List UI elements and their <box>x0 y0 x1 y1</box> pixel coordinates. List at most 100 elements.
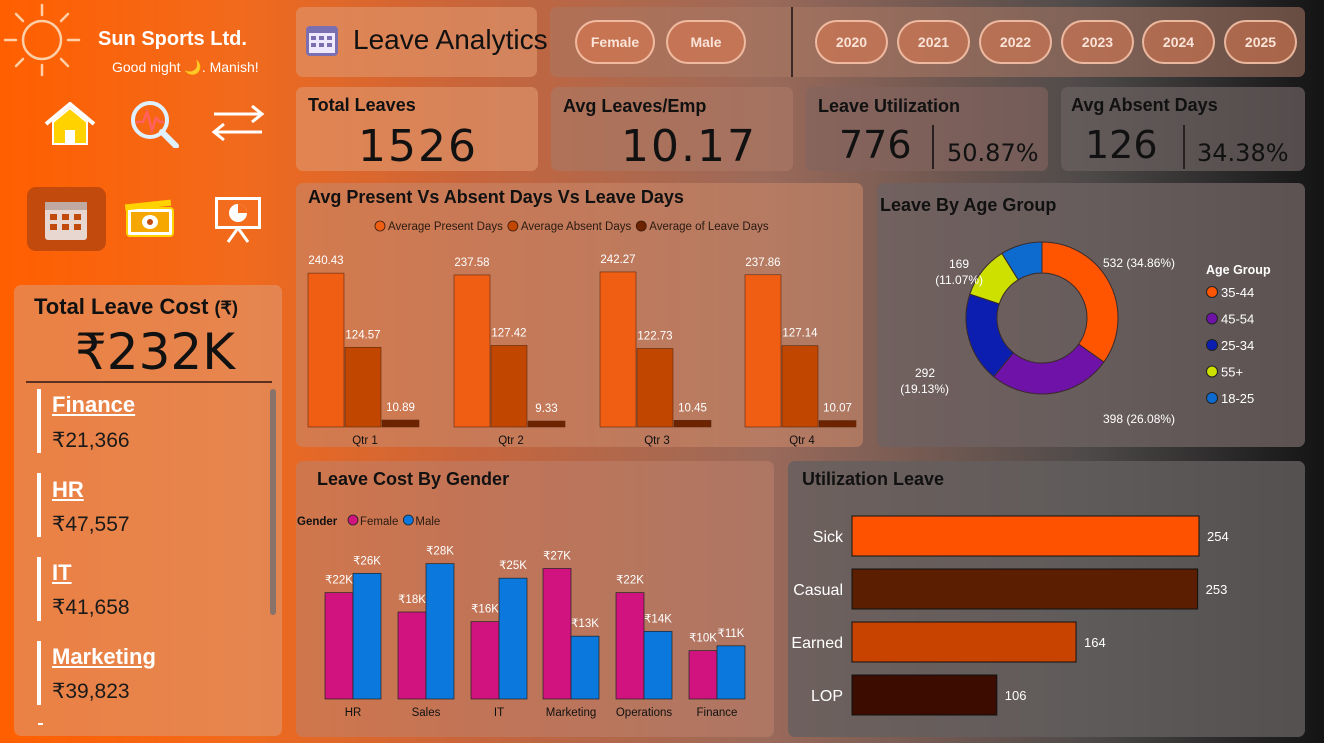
data-label: ₹10K <box>689 633 717 645</box>
money-icon[interactable] <box>121 194 181 244</box>
y-tick-label: Casual <box>793 582 843 599</box>
legend-marker <box>635 220 647 232</box>
leave-cost-panel: Total Leave Cost (₹) ₹232K Finance ₹21,3… <box>14 285 282 736</box>
data-label: ₹14K <box>644 613 672 625</box>
page-title: Leave Analytics <box>353 24 548 55</box>
x-tick-label: Finance <box>697 707 738 719</box>
data-label: ₹22K <box>325 575 353 587</box>
filter-gender-male[interactable]: Male <box>666 20 746 64</box>
data-label: ₹13K <box>571 618 599 630</box>
bar <box>643 630 673 700</box>
slice-label: 398 (26.08%) <box>1103 412 1175 426</box>
brand-name: Sun Sports Ltd. <box>98 28 247 50</box>
bar <box>781 345 819 428</box>
leave-cost-total: ₹232K <box>75 323 236 381</box>
data-label: 240.43 <box>308 255 343 267</box>
legend-label: Average of Leave Days <box>649 221 769 233</box>
leave-cost-divider <box>26 381 272 383</box>
x-tick-label: Sales <box>412 707 441 719</box>
kpi-leave-utilization: Leave Utilization 776 50.87% <box>806 87 1048 171</box>
data-label: 253 <box>1206 582 1228 597</box>
bar <box>542 568 572 700</box>
data-label: 237.86 <box>745 257 780 269</box>
x-tick-label: Qtr 1 <box>352 435 378 447</box>
slice-label: 292 <box>915 366 935 380</box>
bar <box>453 274 491 428</box>
department-name[interactable]: Finance <box>52 392 135 418</box>
filter-year-2023[interactable]: 2023 <box>1061 20 1134 64</box>
attendance-chart-panel: Avg Present Vs Absent Days Vs Leave Days… <box>296 183 863 447</box>
legend-label: 45-54 <box>1221 312 1254 327</box>
data-label: ₹27K <box>543 551 571 563</box>
swap-icon[interactable] <box>208 98 268 148</box>
data-label: 122.73 <box>637 330 672 342</box>
y-tick-label: Sick <box>813 529 844 546</box>
attendance-chart: Average Present Days Average Absent Days A… <box>307 220 857 447</box>
department-cost: ₹47,557 <box>52 513 130 536</box>
kpi-label: Total Leaves <box>308 95 416 115</box>
data-label: 127.14 <box>782 328 818 340</box>
bar <box>527 420 566 428</box>
department-list-scrollbar[interactable] <box>270 389 276 615</box>
bar <box>425 563 455 700</box>
data-label: ₹25K <box>499 560 527 572</box>
kpi-label: Avg Absent Days <box>1071 95 1218 115</box>
home-icon[interactable] <box>40 98 100 148</box>
bar <box>744 274 782 428</box>
x-tick-label: Operations <box>616 707 673 719</box>
legend-marker <box>1206 339 1218 351</box>
presentation-icon[interactable] <box>208 194 268 244</box>
department-marker <box>37 557 41 621</box>
filter-gender-female[interactable]: Female <box>575 20 655 64</box>
filter-year-2021[interactable]: 2021 <box>897 20 970 64</box>
department-name[interactable]: Marketing <box>52 644 156 670</box>
data-label: ₹26K <box>353 555 381 567</box>
slice-label: 169 <box>949 257 969 271</box>
gender-cost-chart: Gender Female Male₹22K₹26KHR₹18K₹28KSales₹… <box>297 514 746 719</box>
bar <box>599 271 637 428</box>
legend-label: 18-25 <box>1221 391 1254 406</box>
data-label: 10.07 <box>823 403 852 415</box>
legend-label: 25-34 <box>1221 338 1254 353</box>
department-name[interactable]: IT <box>52 560 72 586</box>
bar <box>344 346 382 428</box>
age-group-chart: 532 (34.86%) 398 (26.08%) 292 (19.13%) 169 (1… <box>900 241 1271 426</box>
department-marker <box>37 389 41 453</box>
bar <box>470 621 500 700</box>
department-name[interactable]: HR <box>52 477 84 503</box>
bar <box>851 568 1199 610</box>
filter-year-2022[interactable]: 2022 <box>979 20 1052 64</box>
legend-marker <box>374 220 386 232</box>
kpi-absent-days: Avg Absent Days 126 34.38% <box>1061 87 1305 171</box>
legend-marker <box>1206 365 1218 378</box>
bar <box>851 515 1200 557</box>
slice-label: 532 (34.86%) <box>1103 256 1175 270</box>
kpi-value: 126 <box>1085 123 1158 167</box>
department-marker <box>38 723 43 725</box>
analytics-icon[interactable] <box>124 98 184 148</box>
y-tick-label: LOP <box>811 688 843 705</box>
department-cost: ₹21,366 <box>52 429 130 452</box>
legend-marker <box>507 220 519 232</box>
department-marker <box>37 641 41 705</box>
department-marker <box>37 473 41 537</box>
data-label: ₹18K <box>398 594 426 606</box>
kpi-percent: 50.87% <box>947 139 1039 167</box>
kpi-label: Leave Utilization <box>818 96 961 116</box>
bar <box>498 577 528 700</box>
filter-year-2024[interactable]: 2024 <box>1142 20 1215 64</box>
kpi-total-leaves: Total Leaves 1526 <box>296 87 538 172</box>
y-tick-label: Earned <box>791 635 843 652</box>
gender-cost-panel: Leave Cost By Gender Gender Female Male ₹22… <box>296 461 774 737</box>
data-label: ₹16K <box>471 604 499 616</box>
data-label: ₹11K <box>718 628 745 640</box>
legend-label: 55+ <box>1221 365 1243 380</box>
leave-cost-unit: (₹) <box>214 298 238 318</box>
bar <box>381 419 420 428</box>
filter-year-2020[interactable]: 2020 <box>815 20 888 64</box>
filter-year-2025[interactable]: 2025 <box>1224 20 1297 64</box>
x-tick-label: Qtr 4 <box>789 435 815 447</box>
kpi-divider <box>932 125 934 169</box>
calendar-icon[interactable] <box>36 194 96 244</box>
x-tick-label: IT <box>494 707 504 719</box>
